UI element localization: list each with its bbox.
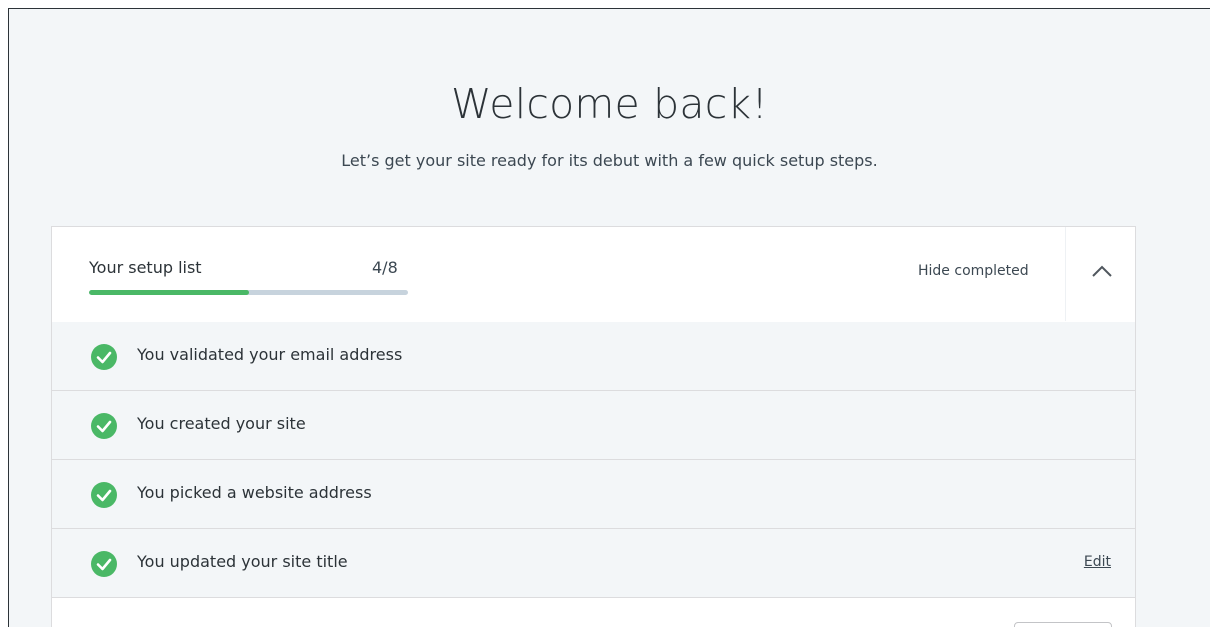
task-create-site[interactable]: You created your site [52,391,1135,460]
edit-site-title-link[interactable]: Edit [1084,554,1111,570]
check-circle-icon [91,344,117,370]
task-pick-address[interactable]: You picked a website address [52,460,1135,529]
setup-list-title: Your setup list [89,258,202,277]
next-task-button[interactable] [1014,622,1112,627]
task-label: You created your site [137,414,306,433]
page-subtitle: Let’s get your site ready for its debut … [341,151,878,170]
collapse-toggle-button[interactable] [1065,227,1138,321]
next-task-row [52,598,1135,627]
check-circle-icon [91,413,117,439]
task-validate-email[interactable]: You validated your email address [52,322,1135,391]
setup-list-header: Your setup list 4/8 Hide completed [52,227,1135,323]
chevron-up-icon [1092,265,1112,277]
task-label: You validated your email address [137,345,403,364]
task-list: You validated your email address You cre… [52,322,1135,627]
page-frame: Welcome back! Let’s get your site ready … [8,8,1210,627]
hide-completed-button[interactable]: Hide completed [918,263,1029,279]
setup-progress-count: 4/8 [372,258,398,277]
check-circle-icon [91,482,117,508]
page-title: Welcome back! [450,80,769,128]
setup-progress-fill [89,290,249,295]
setup-list-card: Your setup list 4/8 Hide completed You v… [51,226,1136,627]
task-label: You picked a website address [137,483,372,502]
task-update-title[interactable]: You updated your site title Edit [52,529,1135,598]
task-label: You updated your site title [137,552,348,571]
setup-progress-bar [89,290,408,295]
check-circle-icon [91,551,117,577]
